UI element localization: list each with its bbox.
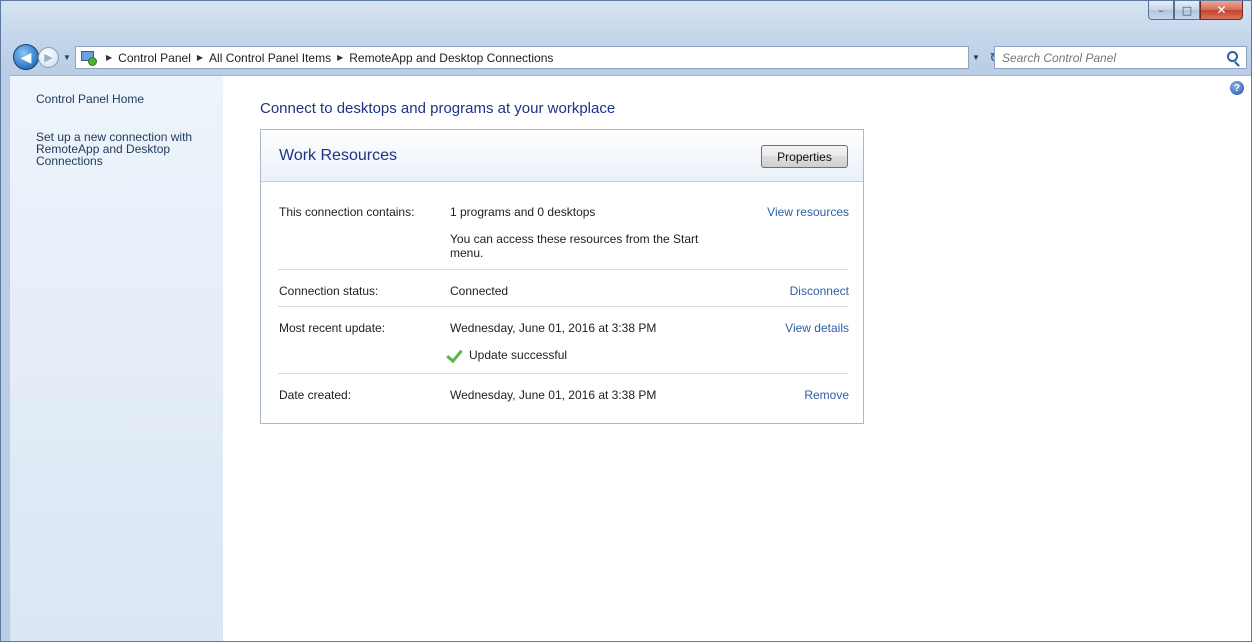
close-icon: ✕ bbox=[1216, 3, 1227, 17]
disconnect-link[interactable]: Disconnect bbox=[790, 284, 849, 298]
row-value-contents: 1 programs and 0 desktops bbox=[450, 205, 596, 219]
breadcrumb-all-items[interactable]: All Control Panel Items bbox=[209, 51, 331, 65]
page-title: Connect to desktops and programs at your… bbox=[260, 100, 616, 117]
row-divider bbox=[278, 373, 848, 374]
update-status-text: Update successful bbox=[469, 348, 568, 362]
remoteapp-icon bbox=[80, 50, 98, 66]
row-label-contents: This connection contains: bbox=[279, 205, 415, 219]
panel-title: Work Resources bbox=[279, 147, 397, 164]
maximize-icon: □ bbox=[1181, 3, 1193, 17]
recent-pages-dropdown[interactable]: ▼ bbox=[63, 53, 71, 62]
green-check-icon bbox=[448, 346, 464, 360]
breadcrumb-separator[interactable]: ▶ bbox=[106, 53, 112, 62]
breadcrumb-separator[interactable]: ▶ bbox=[197, 53, 203, 62]
search-box[interactable] bbox=[994, 46, 1247, 69]
sidebar-link-setup-connection[interactable]: Set up a new connection with RemoteApp a… bbox=[36, 131, 211, 167]
search-input[interactable] bbox=[1002, 50, 1202, 65]
navigation-bar: ◀ ▶ ▼ ▶ Control Panel ▶ All Control Pane… bbox=[13, 44, 1247, 70]
view-resources-link[interactable]: View resources bbox=[767, 205, 849, 219]
breadcrumb-control-panel[interactable]: Control Panel bbox=[118, 51, 191, 65]
view-details-link[interactable]: View details bbox=[785, 321, 849, 335]
work-resources-panel: Work Resources Properties This connectio… bbox=[260, 129, 864, 424]
forward-arrow-icon[interactable]: ▶ bbox=[38, 47, 59, 68]
maximize-button[interactable]: □ bbox=[1174, 1, 1200, 20]
row-value-recent-update: Wednesday, June 01, 2016 at 3:38 PM bbox=[450, 321, 657, 335]
panel-header: Work Resources Properties bbox=[261, 130, 863, 182]
sidebar-link-home[interactable]: Control Panel Home bbox=[36, 93, 144, 105]
row-label-recent-update: Most recent update: bbox=[279, 321, 386, 335]
help-icon[interactable]: ? bbox=[1230, 81, 1244, 95]
caption-buttons: – □ ✕ bbox=[1148, 1, 1243, 20]
row-value-status: Connected bbox=[450, 284, 509, 298]
breadcrumb-separator[interactable]: ▶ bbox=[337, 53, 343, 62]
properties-button[interactable]: Properties bbox=[761, 145, 848, 168]
row-note-start-menu: You can access these resources from the … bbox=[450, 232, 699, 260]
row-label-date-created: Date created: bbox=[279, 388, 352, 402]
breadcrumb-remoteapp[interactable]: RemoteApp and Desktop Connections bbox=[349, 51, 553, 65]
row-value-date-created: Wednesday, June 01, 2016 at 3:38 PM bbox=[450, 388, 657, 402]
minimize-button[interactable]: – bbox=[1148, 1, 1174, 20]
address-dropdown-icon[interactable]: ▼ bbox=[972, 53, 980, 62]
remove-link[interactable]: Remove bbox=[804, 388, 849, 402]
minimize-icon: – bbox=[1158, 3, 1164, 17]
sidebar: Control Panel Home Set up a new connecti… bbox=[10, 76, 223, 641]
content-area: Control Panel Home Set up a new connecti… bbox=[10, 75, 1251, 641]
control-panel-window: – □ ✕ ◀ ▶ ▼ ▶ Control Panel ▶ All Contro… bbox=[0, 0, 1252, 642]
close-button[interactable]: ✕ bbox=[1200, 1, 1243, 20]
row-label-status: Connection status: bbox=[279, 284, 379, 298]
row-divider bbox=[278, 306, 848, 307]
address-bar[interactable]: ▶ Control Panel ▶ All Control Panel Item… bbox=[75, 46, 969, 69]
back-arrow-icon[interactable]: ◀ bbox=[13, 44, 39, 70]
search-icon[interactable] bbox=[1227, 51, 1238, 62]
row-divider bbox=[278, 269, 848, 270]
